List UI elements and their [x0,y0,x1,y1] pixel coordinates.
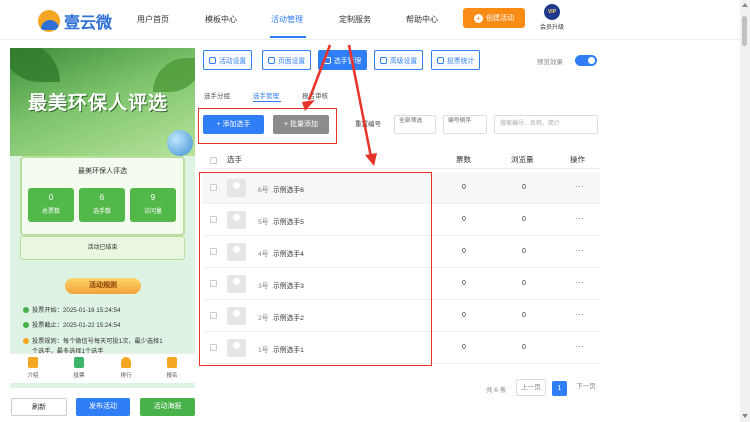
arrow-line [347,44,373,158]
arrow-line [307,44,332,101]
pager-total: 共 6 条 [486,387,507,394]
pager-prev-button[interactable]: 上一页 [516,379,546,396]
arrow-head-icon [365,153,377,166]
pager-next-button[interactable]: 下一页 [572,379,600,396]
scroll-up-icon[interactable] [742,3,748,7]
scrollbar[interactable] [740,0,750,422]
scrollbar-thumb[interactable] [742,16,747,46]
annotation-arrows [302,44,377,166]
pager-current-page[interactable]: 1 [552,381,567,396]
scroll-down-icon[interactable] [742,414,748,418]
arrow-head-icon [302,100,315,111]
